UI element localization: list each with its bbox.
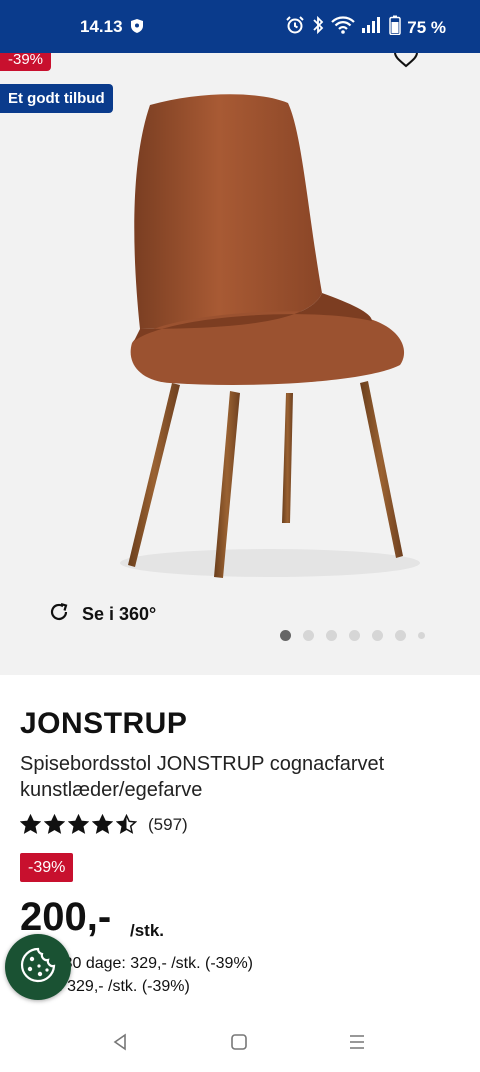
star-icon: [92, 814, 113, 834]
rating-stars: [20, 814, 137, 835]
back-icon[interactable]: [111, 1032, 129, 1057]
cookie-settings-button[interactable]: [5, 934, 71, 1000]
product-brand: JONSTRUP: [20, 707, 188, 740]
heart-icon[interactable]: [393, 53, 419, 74]
carousel-dot[interactable]: [303, 630, 314, 641]
carousel-dot[interactable]: [372, 630, 383, 641]
view-360-button[interactable]: Se i 360°: [48, 601, 156, 628]
price-unit: /stk.: [130, 921, 165, 940]
carousel-dot[interactable]: [326, 630, 337, 641]
status-time: 14.13: [80, 17, 123, 36]
recent-apps-icon[interactable]: [347, 1032, 367, 1057]
rotate-icon: [48, 601, 70, 628]
home-icon[interactable]: [229, 1032, 249, 1057]
carousel-dot[interactable]: [418, 632, 425, 639]
alarm-icon: [285, 15, 305, 40]
deal-badge: Et godt tilbud: [0, 84, 113, 113]
product-rating[interactable]: (597): [20, 814, 188, 835]
product-image-carousel[interactable]: -39% Et godt tilbud Se i 360°: [0, 53, 480, 675]
status-icons: 75 %: [285, 15, 446, 40]
shield-icon: [130, 18, 144, 39]
rating-count: (597): [148, 814, 188, 834]
carousel-dot[interactable]: [395, 630, 406, 641]
carousel-dot[interactable]: [349, 630, 360, 641]
view-360-label: Se i 360°: [82, 604, 157, 624]
signal-icon: [361, 16, 383, 39]
cookie-icon: [18, 945, 58, 990]
system-nav-bar: [0, 1012, 480, 1072]
carousel-dot[interactable]: [280, 630, 291, 641]
star-icon: [44, 814, 65, 834]
carousel-dots[interactable]: [280, 630, 425, 641]
product-description: Spisebordsstol JONSTRUP cognacfarvet kun…: [20, 753, 385, 801]
battery-icon: [389, 15, 401, 40]
battery-percent: 75 %: [407, 17, 446, 37]
star-icon: [116, 814, 137, 834]
bluetooth-icon: [311, 15, 325, 40]
star-icon: [20, 814, 41, 834]
price-discount-badge: -39%: [20, 853, 74, 882]
star-icon: [68, 814, 89, 834]
status-bar: 14.13 75 %: [0, 0, 480, 53]
discount-badge: -39%: [0, 53, 52, 71]
wifi-icon: [331, 16, 356, 39]
chair-product-image: [120, 94, 420, 578]
